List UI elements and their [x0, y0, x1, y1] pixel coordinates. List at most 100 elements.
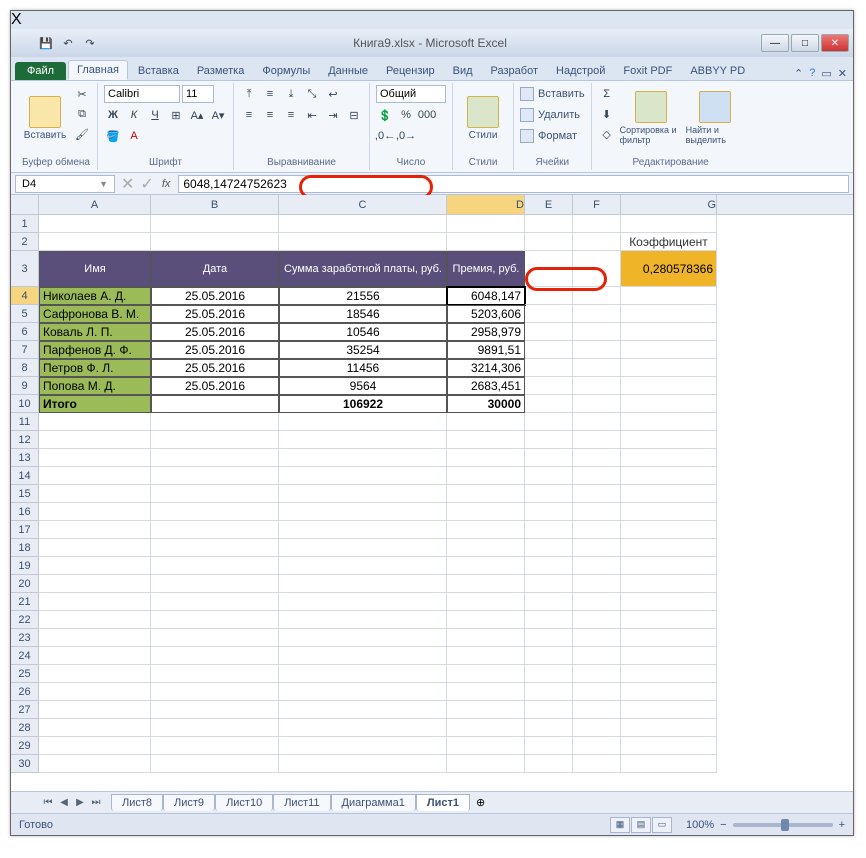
- cell-A4[interactable]: Николаев А. Д.: [39, 287, 151, 305]
- cell-D10[interactable]: 30000: [447, 395, 525, 413]
- row-header[interactable]: 21: [11, 593, 39, 611]
- cell-A1[interactable]: [39, 215, 151, 233]
- cell-D23[interactable]: [447, 629, 525, 647]
- sheet-nav-last-icon[interactable]: ⏭: [89, 796, 103, 810]
- cell-G4[interactable]: [621, 287, 717, 305]
- cell-E18[interactable]: [525, 539, 573, 557]
- cell-G30[interactable]: [621, 755, 717, 773]
- col-header-E[interactable]: E: [525, 195, 573, 214]
- cell-A28[interactable]: [39, 719, 151, 737]
- sheet-tab[interactable]: Лист11: [273, 794, 330, 811]
- cell-A3[interactable]: Имя: [39, 251, 151, 287]
- cell-E24[interactable]: [525, 647, 573, 665]
- tab-abbyy[interactable]: ABBYY PD: [682, 62, 753, 80]
- fill-color-icon[interactable]: 🪣: [104, 127, 122, 145]
- cell-A22[interactable]: [39, 611, 151, 629]
- cell-C8[interactable]: 11456: [279, 359, 447, 377]
- cell-E22[interactable]: [525, 611, 573, 629]
- cell-A29[interactable]: [39, 737, 151, 755]
- cell-G27[interactable]: [621, 701, 717, 719]
- decimal-inc-icon[interactable]: ,0←: [376, 127, 394, 145]
- wrap-text-icon[interactable]: ↩: [324, 85, 342, 103]
- row-header[interactable]: 25: [11, 665, 39, 683]
- sheet-tab[interactable]: Диаграмма1: [331, 794, 416, 811]
- cell-B2[interactable]: [151, 233, 279, 251]
- cell-D30[interactable]: [447, 755, 525, 773]
- cell-D9[interactable]: 2683,451: [447, 377, 525, 395]
- row-header[interactable]: 20: [11, 575, 39, 593]
- cell-C4[interactable]: 21556: [279, 287, 447, 305]
- cell-E3[interactable]: [525, 251, 573, 287]
- cell-G11[interactable]: [621, 413, 717, 431]
- cell-D12[interactable]: [447, 431, 525, 449]
- cell-C22[interactable]: [279, 611, 447, 629]
- sheet-nav-prev-icon[interactable]: ◀: [57, 796, 71, 810]
- cell-G10[interactable]: [621, 395, 717, 413]
- cell-D19[interactable]: [447, 557, 525, 575]
- minimize-button[interactable]: —: [761, 34, 789, 52]
- cell-B15[interactable]: [151, 485, 279, 503]
- cell-B17[interactable]: [151, 521, 279, 539]
- cell-D3[interactable]: Премия, руб.: [447, 251, 525, 287]
- close-button[interactable]: ✕: [821, 34, 849, 52]
- cell-B16[interactable]: [151, 503, 279, 521]
- row-header[interactable]: 29: [11, 737, 39, 755]
- cell-B11[interactable]: [151, 413, 279, 431]
- cell-G25[interactable]: [621, 665, 717, 683]
- cell-F28[interactable]: [573, 719, 621, 737]
- align-top-icon[interactable]: ⤒: [240, 85, 258, 103]
- cell-E17[interactable]: [525, 521, 573, 539]
- tab-foxit[interactable]: Foxit PDF: [615, 62, 680, 80]
- font-shrink-icon[interactable]: A▾: [209, 106, 227, 124]
- cell-G12[interactable]: [621, 431, 717, 449]
- styles-button[interactable]: Стили: [459, 85, 507, 151]
- row-header[interactable]: 19: [11, 557, 39, 575]
- font-grow-icon[interactable]: A▴: [188, 106, 206, 124]
- percent-icon[interactable]: %: [397, 106, 415, 124]
- tab-developer[interactable]: Разработ: [483, 62, 546, 80]
- cell-C18[interactable]: [279, 539, 447, 557]
- zoom-in-icon[interactable]: +: [839, 819, 845, 831]
- cell-C29[interactable]: [279, 737, 447, 755]
- tab-home[interactable]: Главная: [68, 60, 128, 80]
- cell-A5[interactable]: Сафронова В. М.: [39, 305, 151, 323]
- cell-D18[interactable]: [447, 539, 525, 557]
- cell-E7[interactable]: [525, 341, 573, 359]
- cell-G24[interactable]: [621, 647, 717, 665]
- cell-C17[interactable]: [279, 521, 447, 539]
- row-header[interactable]: 6: [11, 323, 39, 341]
- cell-C7[interactable]: 35254: [279, 341, 447, 359]
- insert-cells-button[interactable]: Вставить: [520, 85, 585, 103]
- cell-B25[interactable]: [151, 665, 279, 683]
- cell-C5[interactable]: 18546: [279, 305, 447, 323]
- cell-F11[interactable]: [573, 413, 621, 431]
- row-header[interactable]: 22: [11, 611, 39, 629]
- font-color-icon[interactable]: A: [125, 127, 143, 145]
- cell-F29[interactable]: [573, 737, 621, 755]
- cell-B13[interactable]: [151, 449, 279, 467]
- cell-F24[interactable]: [573, 647, 621, 665]
- cell-F18[interactable]: [573, 539, 621, 557]
- sheet-tab[interactable]: Лист8: [111, 794, 163, 811]
- cell-D29[interactable]: [447, 737, 525, 755]
- cell-C16[interactable]: [279, 503, 447, 521]
- cut-icon[interactable]: ✂: [73, 85, 91, 103]
- cell-C23[interactable]: [279, 629, 447, 647]
- cell-D5[interactable]: 5203,606: [447, 305, 525, 323]
- cell-G29[interactable]: [621, 737, 717, 755]
- clear-icon[interactable]: ◇: [598, 125, 616, 143]
- cell-G15[interactable]: [621, 485, 717, 503]
- cell-E15[interactable]: [525, 485, 573, 503]
- col-header-D[interactable]: D: [447, 195, 525, 214]
- cell-D25[interactable]: [447, 665, 525, 683]
- cell-A17[interactable]: [39, 521, 151, 539]
- cell-E27[interactable]: [525, 701, 573, 719]
- cell-D16[interactable]: [447, 503, 525, 521]
- cell-B23[interactable]: [151, 629, 279, 647]
- orientation-icon[interactable]: ⤡: [303, 85, 321, 103]
- row-header[interactable]: 27: [11, 701, 39, 719]
- cell-C20[interactable]: [279, 575, 447, 593]
- align-middle-icon[interactable]: ≡: [261, 85, 279, 103]
- cell-G5[interactable]: [621, 305, 717, 323]
- cell-E21[interactable]: [525, 593, 573, 611]
